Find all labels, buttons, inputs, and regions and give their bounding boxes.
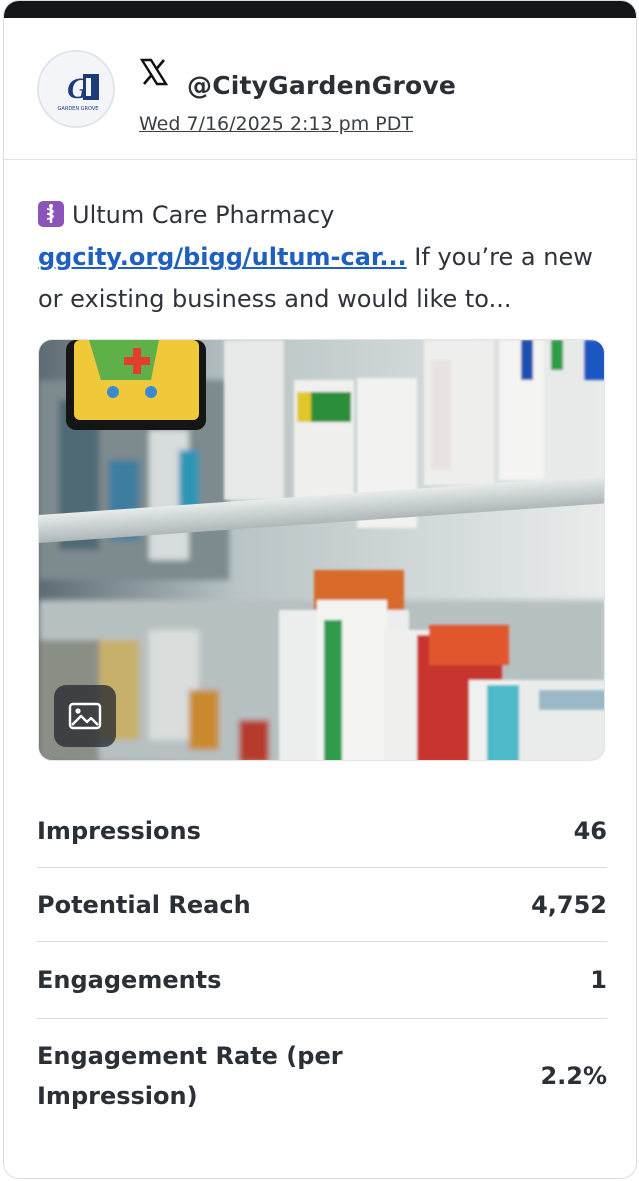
medical-symbol-icon	[38, 201, 64, 227]
post-card: G GARDEN GROVE @CityGardenGrove Wed 7/16…	[3, 0, 637, 1179]
stat-row-engagements: Engagements 1	[37, 942, 607, 1019]
stat-label: Impressions	[37, 816, 201, 845]
pharmacy-app-logo	[66, 340, 206, 430]
stat-label: Engagement Rate (per Impression)	[37, 1042, 343, 1110]
stat-value: 4,752	[531, 890, 607, 919]
stat-label: Potential Reach	[37, 890, 251, 919]
stats-table: Impressions 46 Potential Reach 4,752 Eng…	[37, 794, 607, 1133]
post-link[interactable]: ggcity.org/bigg/ultum-car...	[38, 243, 407, 271]
card-top-bar	[4, 1, 636, 18]
x-logo-icon	[139, 57, 169, 87]
stat-label: Engagements	[37, 966, 222, 994]
stat-row-potential-reach: Potential Reach 4,752	[37, 868, 607, 942]
avatar[interactable]: G GARDEN GROVE	[37, 50, 115, 128]
stat-row-engagement-rate: Engagement Rate (per Impression) 2.2%	[37, 1019, 607, 1133]
post-timestamp-link[interactable]: Wed 7/16/2025 2:13 pm PDT	[139, 113, 413, 135]
pharmacy-shelves-photo	[39, 340, 604, 760]
stat-value: 46	[573, 816, 607, 845]
stat-value: 2.2%	[540, 1062, 607, 1090]
post-title: Ultum Care Pharmacy	[72, 201, 335, 229]
post-image[interactable]	[38, 339, 605, 761]
stat-value: 1	[590, 966, 607, 994]
image-icon[interactable]	[54, 685, 116, 747]
account-handle[interactable]: @CityGardenGrove	[187, 71, 456, 100]
post-header: G GARDEN GROVE @CityGardenGrove Wed 7/16…	[4, 18, 636, 160]
stat-row-impressions: Impressions 46	[37, 794, 607, 868]
avatar-brand-text: GARDEN GROVE	[58, 106, 99, 112]
post-text: Ultum Care Pharmacy ggcity.org/bigg/ultu…	[38, 194, 618, 320]
